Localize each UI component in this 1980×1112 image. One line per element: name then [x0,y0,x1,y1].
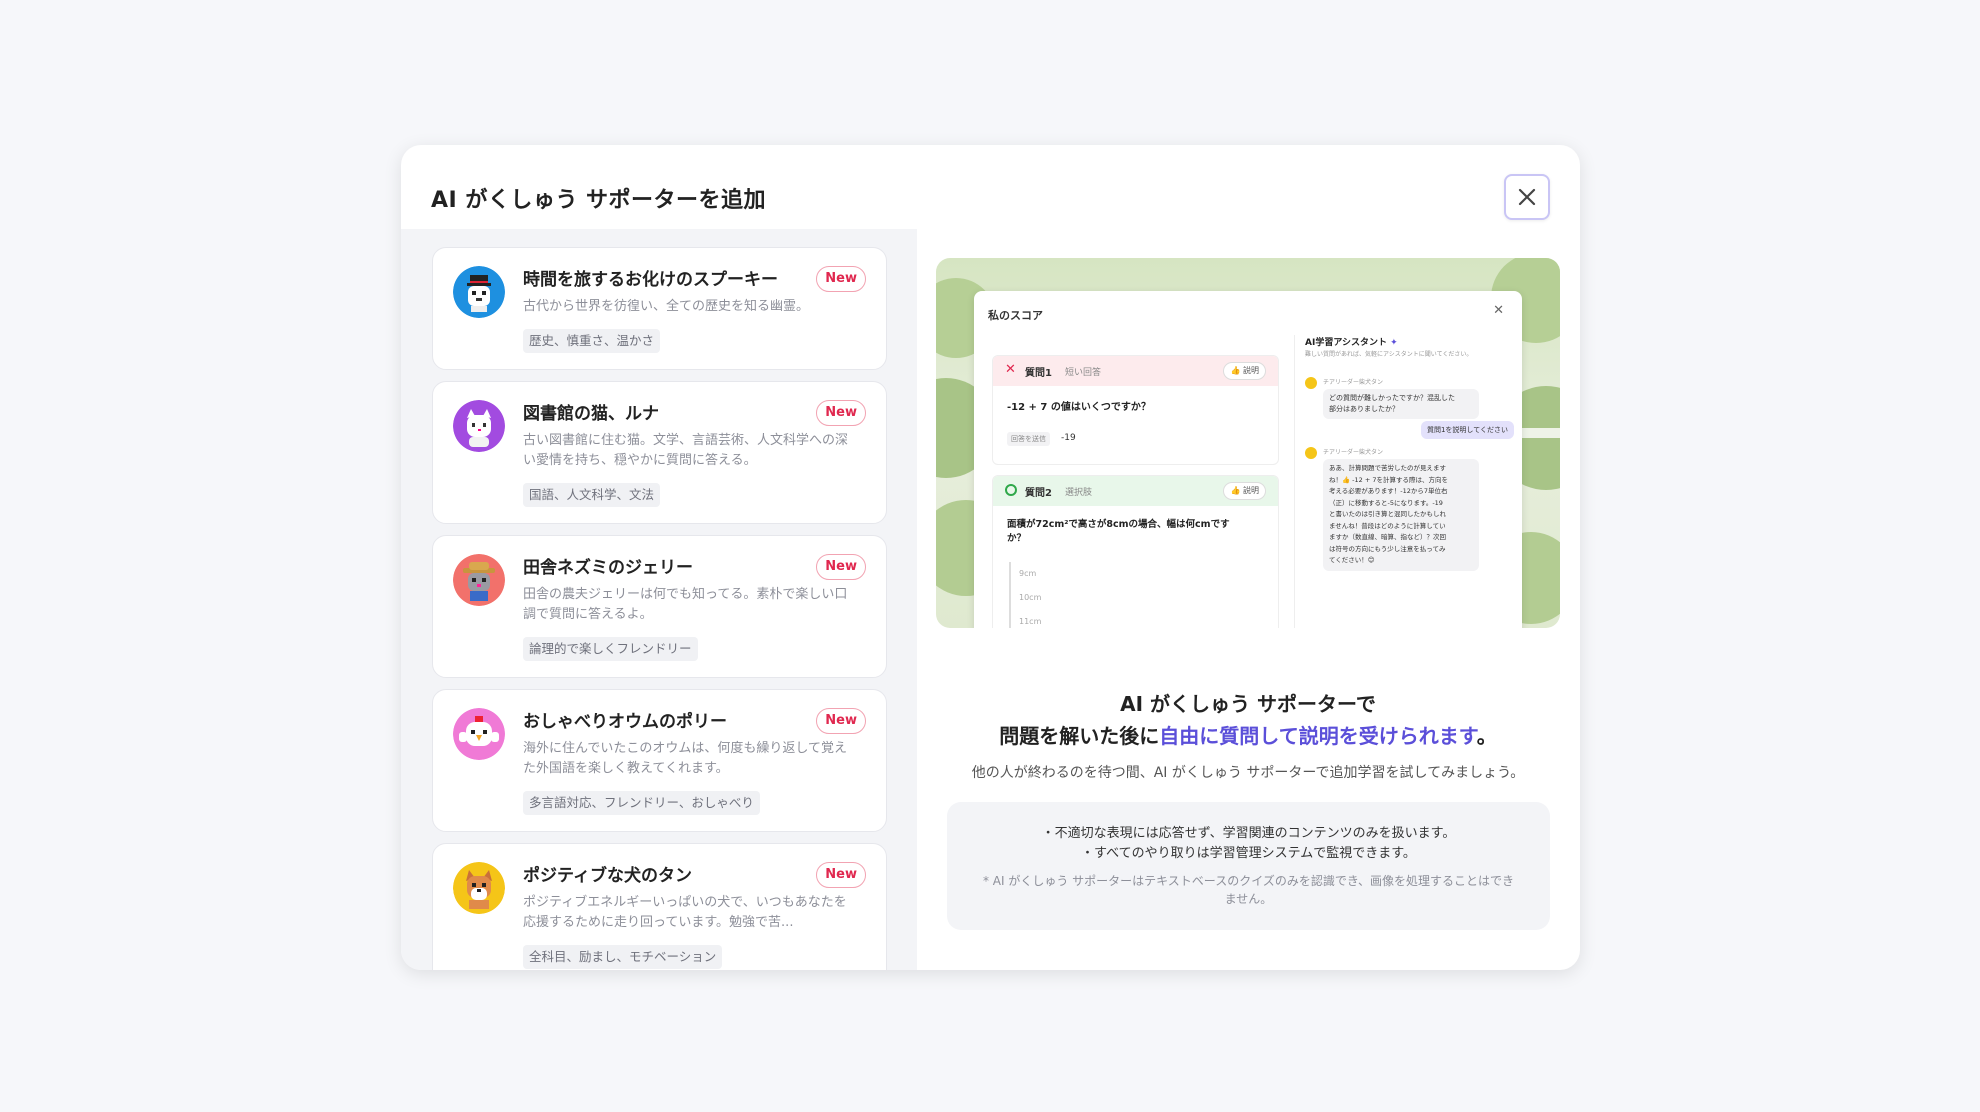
avatar [453,554,505,606]
sparkle-icon: ✦ [1390,338,1398,348]
character-card-polly[interactable]: おしゃべりオウムのポリー New 海外に住んでいたこのオウムは、何度も繰り返して… [432,689,887,832]
character-description: ポジティブエネルギーいっぱいの犬で、いつもあなたを応援するために走り回っています… [523,895,847,930]
q1-type: 短い回答 [1065,368,1102,378]
bot-message-1: どの質問が難しかったですか？混乱した 部分はありましたか？ [1323,389,1479,419]
notice-bullet: ・不適切な表現には応答せず、学習関連のコンテンツのみを扱います。 [1041,826,1456,841]
q2-label: 質問2 [1025,488,1052,499]
notice-bullet: ・すべてのやり取りは学習管理システムで監視できます。 [1081,846,1416,861]
bot-avatar [1305,377,1317,389]
cat-icon [453,400,505,452]
bot-avatar [1305,447,1317,459]
ghost-icon [453,266,505,318]
bot-name: チアリーダー柴犬タン [1323,449,1384,456]
parrot-icon [453,708,505,760]
character-description: 海外に住んでいたこのオウムは、何度も繰り返して覚えた外国語を楽しく教えてくれます… [523,741,847,776]
character-name: ポジティブな犬のタン [523,866,692,886]
new-badge: New [816,400,866,426]
new-badge: New [816,266,866,292]
assistant-title: AI学習アシスタント ✦ [1305,338,1398,348]
new-badge: New [816,862,866,888]
bot-name: チアリーダー柴犬タン [1323,379,1384,386]
preview-close-icon: ✕ [1493,303,1504,318]
mouse-icon [453,554,505,606]
feature-subline: 他の人が終わるのを待つ間、AI がくしゅう サポーターで追加学習を試してみましょ… [971,765,1525,781]
character-card-tan[interactable]: ポジティブな犬のタン New ポジティブエネルギーいっぱいの犬で、いつもあなたを… [432,843,887,970]
question-2-card: 質問2 選択肢 👍 説明 面積が72cm²で高さが8cmの場合、幅は何cmですか… [992,475,1279,628]
character-card-spooky[interactable]: 時間を旅するお化けのスプーキー New 古代から世界を彷徨い、全ての歴史を知る幽… [432,247,887,370]
close-icon [1518,188,1536,206]
bot-message-2: ああ、計算問題で苦労したのが見えます ね！👍 -12 + 7を計算する際は、方向… [1323,459,1479,571]
character-name: おしゃべりオウムのポリー [523,712,727,732]
q2-type: 選択肢 [1065,488,1093,498]
character-tags: 全科目、励まし、モチベーション [523,945,723,969]
assistant-subtitle: 難しい質問があれば、気軽にアシスタントに聞いてください。 [1305,351,1473,358]
assistant-panel: AI学習アシスタント ✦ 難しい質問があれば、気軽にアシスタントに聞いてください… [1294,335,1522,628]
avatar [453,708,505,760]
character-name: 田舎ネズミのジェリー [523,558,693,578]
character-description: 田舎の農夫ジェリーは何でも知ってる。素朴で楽しい口調で質問に答えるよ。 [523,587,848,622]
question-1-card: ✕ 質問1 短い回答 👍 説明 -12 + 7 の値はいくつですか？ 回答を送信… [992,355,1279,465]
q1-explain-button: 👍 説明 [1223,362,1266,380]
thumbs-up-icon: 👍 [1230,486,1241,495]
character-list[interactable]: 時間を旅するお化けのスプーキー New 古代から世界を彷徨い、全ての歴史を知る幽… [401,229,917,970]
q1-text: -12 + 7 の値はいくつですか？ [1007,402,1151,413]
user-message: 質問1を説明してください [1420,421,1514,439]
character-name: 図書館の猫、ルナ [523,404,659,424]
avatar [453,400,505,452]
feature-preview-image: 私のスコア ✕ ✕ 質問1 短い回答 👍 説明 -12 + 7 の値はいくつです… [936,258,1560,628]
thumbs-up-icon: 👍 [1230,366,1241,375]
avatar [453,862,505,914]
new-badge: New [816,554,866,580]
add-supporter-modal: AI がくしゅう サポーターを追加 時間を旅するお化けのスプーキー New 古代… [401,145,1580,970]
character-name: 時間を旅するお化けのスプーキー [523,270,778,290]
score-title: 私のスコア [988,309,1043,322]
character-description: 古代から世界を彷徨い、全ての歴史を知る幽霊。 [523,299,810,314]
q2-text: 面積が72cm²で高さが8cmの場合、幅は何cmです か？ [1007,519,1230,544]
correct-icon [1005,484,1017,496]
character-card-jerry[interactable]: 田舎ネズミのジェリー New 田舎の農夫ジェリーは何でも知ってる。素朴で楽しい口… [432,535,887,678]
avatar [453,266,505,318]
character-description: 古い図書館に住む猫。文学、言語芸術、人文科学への深い愛情を持ち、穏やかに質問に答… [523,433,849,468]
notice-footnote: * AI がくしゅう サポーターはテキストベースのクイズのみを認識でき、画像を処… [982,874,1515,906]
q2-options: 9cm 10cm 11cm [1009,562,1041,628]
q1-answer-label: 回答を送信 [1007,432,1050,446]
notice-box: ・不適切な表現には応答せず、学習関連のコンテンツのみを扱います。 ・すべてのやり… [947,802,1550,930]
new-badge: New [816,708,866,734]
character-tags: 国語、人文科学、文法 [523,483,661,507]
q2-explain-button: 👍 説明 [1223,482,1266,500]
character-tags: 多言語対応、フレンドリー、おしゃべり [523,791,760,815]
feature-headline: AI がくしゅう サポーターで 問題を解いた後に自由に質問して説明を受けられます… [999,692,1497,748]
modal-title: AI がくしゅう サポーターを追加 [431,188,767,213]
character-card-luna[interactable]: 図書館の猫、ルナ New 古い図書館に住む猫。文学、言語芸術、人文科学への深い愛… [432,381,887,524]
close-button[interactable] [1504,174,1550,220]
headline-accent: 自由に質問して説明を受けられます [1159,724,1477,748]
q1-label: 質問1 [1025,368,1052,379]
wrong-icon: ✕ [1005,362,1016,377]
score-screen-preview: 私のスコア ✕ ✕ 質問1 短い回答 👍 説明 -12 + 7 の値はいくつです… [974,291,1522,628]
dog-icon [453,862,505,914]
character-tags: 論理的で楽しくフレンドリー [523,637,698,661]
q1-answer: -19 [1061,433,1076,443]
character-tags: 歴史、慎重さ、温かさ [523,329,661,353]
